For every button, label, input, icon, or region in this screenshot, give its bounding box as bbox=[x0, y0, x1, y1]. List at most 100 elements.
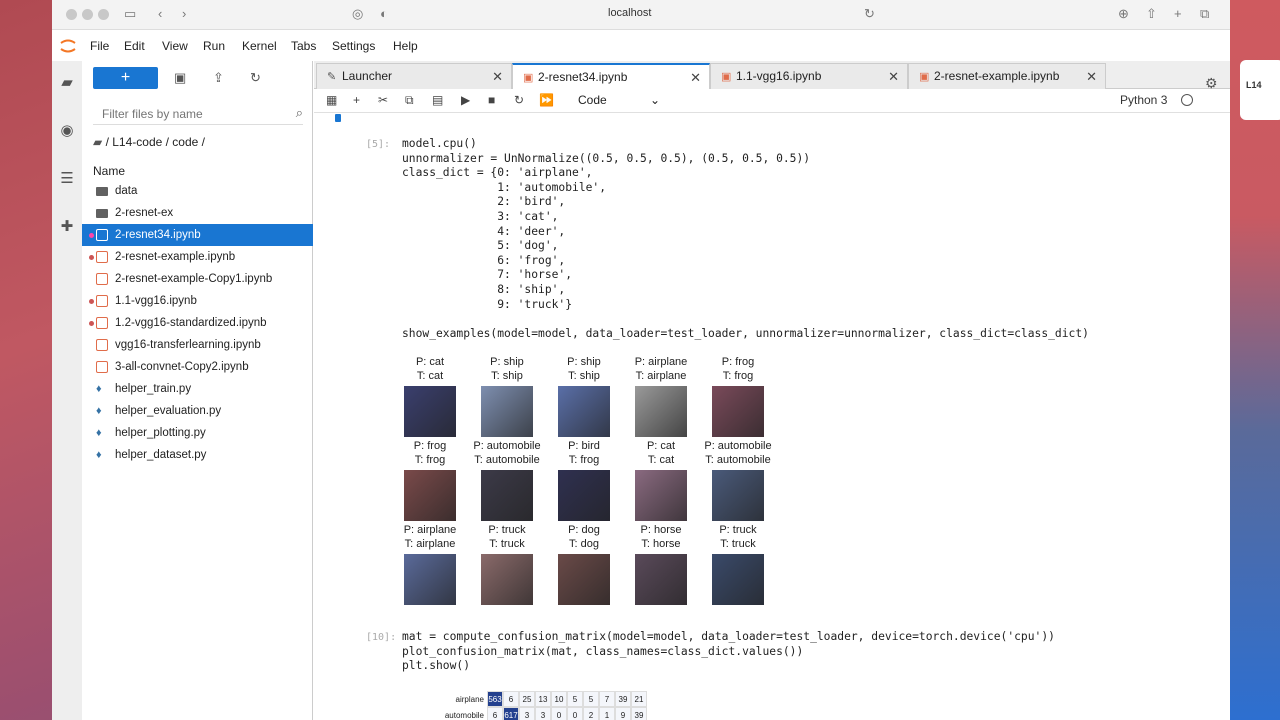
jupyter-logo-icon bbox=[60, 39, 76, 53]
close-window-button[interactable] bbox=[66, 9, 77, 20]
predicted-label: P: automobile bbox=[704, 440, 772, 452]
tab-2-resnet34[interactable]: ▣ 2-resnet34.ipynb ✕ bbox=[512, 63, 710, 90]
predicted-label: P: airplane bbox=[403, 524, 457, 536]
running-indicator-icon bbox=[89, 299, 94, 304]
run-icon[interactable]: ▶ bbox=[461, 93, 470, 107]
predicted-label: P: ship bbox=[567, 356, 601, 368]
file-row[interactable]: ♦ helper_evaluation.py bbox=[82, 400, 313, 422]
kernel-status-icon bbox=[1181, 94, 1193, 106]
file-row[interactable]: ♦ helper_train.py bbox=[82, 378, 313, 400]
toc-icon[interactable]: ☰ bbox=[58, 169, 76, 187]
menu-run[interactable]: Run bbox=[203, 39, 225, 53]
file-row[interactable]: 1.1-vgg16.ipynb bbox=[82, 290, 313, 312]
file-row[interactable]: 3-all-convnet-Copy2.ipynb bbox=[82, 356, 313, 378]
save-icon[interactable]: ▦ bbox=[326, 93, 337, 107]
notebook-icon: ▣ bbox=[523, 72, 534, 84]
true-label: T: horse bbox=[641, 538, 681, 550]
tab-bar: ✎ Launcher ✕ ▣ 2-resnet34.ipynb ✕ ▣ 1.1-vgg… bbox=[314, 61, 1230, 90]
file-row[interactable]: 2-resnet34.ipynb bbox=[82, 224, 313, 246]
file-row[interactable]: 2-resnet-ex bbox=[82, 202, 313, 224]
close-icon[interactable]: ✕ bbox=[888, 64, 899, 89]
kernel-name[interactable]: Python 3 bbox=[1120, 93, 1167, 107]
stop-icon[interactable]: ■ bbox=[488, 93, 495, 107]
matrix-cell: 10 bbox=[551, 691, 567, 707]
file-row[interactable]: 2-resnet-example.ipynb bbox=[82, 246, 313, 268]
close-icon[interactable]: ✕ bbox=[492, 64, 503, 89]
extension-icon[interactable]: ✚ bbox=[58, 217, 76, 235]
menu-tabs[interactable]: Tabs bbox=[291, 39, 316, 53]
new-launcher-button[interactable]: + bbox=[93, 67, 158, 89]
true-label: T: cat bbox=[647, 454, 675, 466]
column-header-name[interactable]: Name bbox=[93, 164, 125, 178]
menu-kernel[interactable]: Kernel bbox=[242, 39, 277, 53]
browser-toolbar: ▭ ‹ › ◎ ◐ localhost ↻ ⊕ ⇧ + ⧉ bbox=[52, 0, 1230, 30]
back-icon[interactable]: ‹ bbox=[158, 6, 162, 21]
predicted-label: P: ship bbox=[490, 356, 524, 368]
sidebar-toggle-icon[interactable]: ▭ bbox=[124, 6, 136, 22]
tab-launcher[interactable]: ✎ Launcher ✕ bbox=[316, 63, 512, 89]
cell-prompt: [10]: bbox=[366, 632, 397, 643]
menu-settings[interactable]: Settings bbox=[332, 39, 375, 53]
desktop-widget: L14 bbox=[1240, 60, 1280, 120]
tab-1-1-vgg16[interactable]: ▣ 1.1-vgg16.ipynb ✕ bbox=[710, 63, 908, 89]
true-label: T: ship bbox=[491, 370, 523, 382]
code-cell[interactable]: model.cpu() unnormalizer = UnNormalize((0… bbox=[402, 137, 1089, 341]
file-row[interactable]: ♦ helper_dataset.py bbox=[82, 444, 313, 466]
folder-icon[interactable]: ▰ bbox=[58, 73, 76, 91]
running-indicator-icon bbox=[89, 233, 94, 238]
matrix-cell: 617 bbox=[503, 707, 519, 720]
example-label: P: ship T: ship bbox=[469, 355, 545, 383]
download-icon[interactable]: ⊕ bbox=[1118, 6, 1129, 22]
filter-input[interactable] bbox=[93, 101, 273, 127]
code-line: 6: 'frog', bbox=[402, 253, 566, 267]
example-image bbox=[712, 386, 764, 437]
close-icon[interactable]: ✕ bbox=[1086, 64, 1097, 89]
active-cell-marker bbox=[335, 114, 341, 122]
file-row[interactable]: ♦ helper_plotting.py bbox=[82, 422, 313, 444]
python-file-icon: ♦ bbox=[96, 405, 102, 417]
file-name: 2-resnet34.ipynb bbox=[115, 229, 201, 241]
copy-icon[interactable]: ⧉ bbox=[405, 93, 414, 108]
running-icon[interactable]: ◉ bbox=[58, 121, 76, 139]
refresh-icon[interactable]: ↻ bbox=[250, 70, 261, 86]
menu-help[interactable]: Help bbox=[393, 39, 418, 53]
breadcrumb-path[interactable]: / L14-code / code / bbox=[106, 135, 205, 149]
running-indicator-icon bbox=[89, 255, 94, 260]
new-tab-icon[interactable]: + bbox=[1174, 6, 1182, 21]
menu-edit[interactable]: Edit bbox=[124, 39, 145, 53]
new-folder-icon[interactable]: ▣ bbox=[174, 70, 186, 86]
fast-forward-icon[interactable]: ⏩ bbox=[539, 93, 554, 107]
share-icon[interactable]: ⇧ bbox=[1146, 6, 1157, 22]
upload-icon[interactable]: ⇪ bbox=[213, 70, 224, 86]
paste-icon[interactable]: ▤ bbox=[432, 93, 443, 107]
shield-icon[interactable]: ◐ bbox=[380, 6, 388, 21]
address-bar[interactable]: localhost bbox=[608, 7, 651, 19]
menu-view[interactable]: View bbox=[162, 39, 188, 53]
predicted-label: P: airplane bbox=[634, 356, 688, 368]
minimize-window-button[interactable] bbox=[82, 9, 93, 20]
example-image bbox=[404, 554, 456, 605]
predicted-label: P: truck bbox=[719, 524, 757, 536]
tab-2-resnet-example[interactable]: ▣ 2-resnet-example.ipynb ✕ bbox=[908, 63, 1106, 89]
true-label: T: airplane bbox=[635, 370, 687, 382]
matrix-cell: 5 bbox=[567, 691, 583, 707]
zoom-window-button[interactable] bbox=[98, 9, 109, 20]
file-row[interactable]: vgg16-transferlearning.ipynb bbox=[82, 334, 313, 356]
file-row[interactable]: data bbox=[82, 180, 313, 202]
cell-type-select[interactable]: Code ⌄ bbox=[578, 93, 660, 107]
cut-icon[interactable]: ✂ bbox=[378, 93, 388, 107]
breadcrumb[interactable]: ▰ / L14-code / code / bbox=[93, 135, 205, 149]
code-cell[interactable]: mat = compute_confusion_matrix(model=mod… bbox=[402, 630, 1055, 674]
privacy-icon[interactable]: ◎ bbox=[352, 6, 363, 22]
restart-icon[interactable]: ↻ bbox=[514, 93, 524, 107]
tab-overview-icon[interactable]: ⧉ bbox=[1200, 6, 1209, 22]
insert-cell-icon[interactable]: + bbox=[353, 93, 360, 107]
menu-file[interactable]: File bbox=[90, 39, 109, 53]
reload-icon[interactable]: ↻ bbox=[864, 6, 875, 22]
file-row[interactable]: 1.2-vgg16-standardized.ipynb bbox=[82, 312, 313, 334]
file-row[interactable]: 2-resnet-example-Copy1.ipynb bbox=[82, 268, 313, 290]
close-icon[interactable]: ✕ bbox=[690, 65, 701, 90]
notebook-icon bbox=[96, 229, 108, 241]
example-image bbox=[558, 386, 610, 437]
forward-icon[interactable]: › bbox=[182, 6, 186, 21]
